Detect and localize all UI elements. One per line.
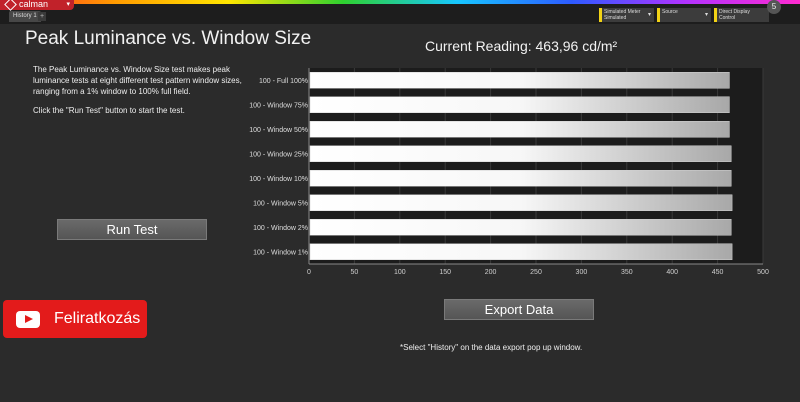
y-tick-label: 100 - Window 2%: [253, 225, 308, 232]
y-tick-label: 100 - Window 75%: [249, 102, 308, 109]
y-tick-label: 100 - Window 25%: [249, 151, 308, 158]
bar: [309, 145, 732, 162]
x-tick-label: 150: [439, 269, 451, 276]
export-data-button[interactable]: Export Data: [444, 299, 594, 320]
x-tick-label: 350: [621, 269, 633, 276]
x-tick-label: 250: [530, 269, 542, 276]
youtube-icon: [16, 310, 40, 328]
x-tick-label: 0: [307, 269, 311, 276]
bar: [309, 170, 732, 187]
x-tick-label: 200: [485, 269, 497, 276]
y-tick-label: 100 - Window 5%: [253, 200, 308, 207]
y-tick-label: 100 - Window 10%: [249, 176, 308, 183]
y-tick-label: 100 - Window 1%: [253, 249, 308, 256]
bar: [309, 121, 730, 138]
y-tick-label: 100 - Full 100%: [259, 78, 308, 85]
bar: [309, 194, 733, 211]
x-tick-label: 500: [757, 269, 769, 276]
bar: [309, 219, 732, 236]
bar: [309, 243, 733, 260]
x-tick-label: 450: [712, 269, 724, 276]
bar: [309, 96, 730, 113]
x-tick-label: 300: [576, 269, 588, 276]
x-tick-label: 400: [666, 269, 678, 276]
export-note: *Select "History" on the data export pop…: [400, 343, 583, 352]
x-tick-label: 50: [351, 269, 359, 276]
y-tick-label: 100 - Window 50%: [249, 127, 308, 134]
x-tick-label: 100: [394, 269, 406, 276]
subscribe-label: Feliratkozás: [54, 310, 141, 327]
luminance-chart: 0 50 100 150 200 250 300 350 400 450 500 100 - Full…: [249, 68, 769, 276]
subscribe-button[interactable]: Feliratkozás: [3, 300, 147, 338]
bar: [309, 72, 730, 89]
